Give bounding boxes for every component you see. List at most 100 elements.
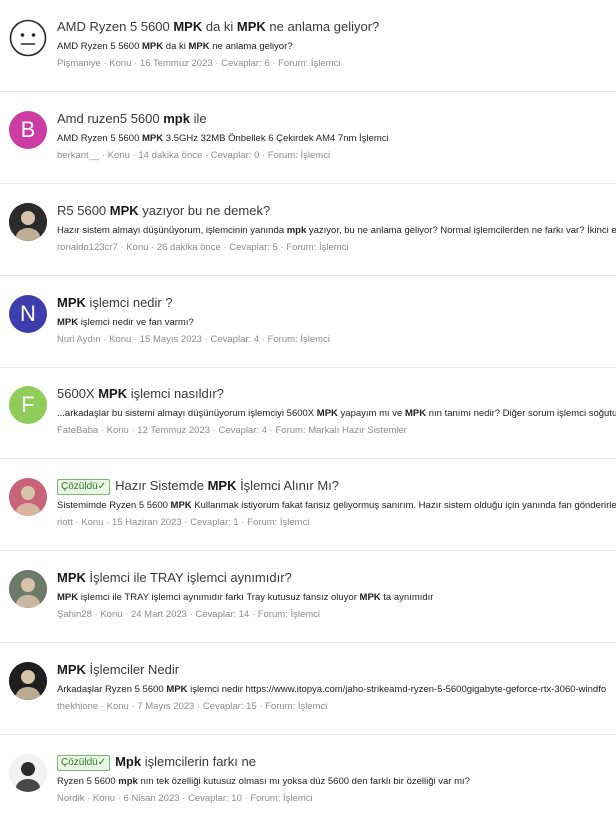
content-type: Konu	[126, 242, 149, 253]
meta-separator: ·	[267, 425, 276, 436]
result-snippet: Ryzen 5 5600 mpk nın tek özelliği kutusu…	[57, 775, 616, 789]
avatar[interactable]	[9, 754, 47, 792]
author-link[interactable]: berkant__	[57, 150, 99, 161]
result-snippet: Sistemimde Ryzen 5 5600 MPK Kullanmak is…	[57, 499, 616, 513]
post-date: 24 Mart 2023	[130, 609, 187, 620]
result-body: R5 5600 MPK yazıyor bu ne demek? Hazır si…	[57, 202, 616, 255]
result-body: MPK İşlemciler Nedir Arkadaşlar Ryzen 5 5…	[57, 661, 616, 714]
text-part: Hazır sistem almayı düşünüyorum, işlemci…	[57, 225, 287, 236]
keyword-highlight: MPK	[188, 41, 210, 52]
solved-badge[interactable]: Çözüldü✓	[57, 755, 111, 771]
forum-label: Forum:	[275, 425, 309, 436]
forum-label: Forum:	[257, 609, 291, 620]
result-title-link[interactable]: Amd ruzen5 5600 mpk ile	[57, 110, 616, 128]
author-link[interactable]: thekhione	[57, 701, 98, 712]
author-link[interactable]: riott	[57, 517, 73, 528]
search-results-list: AMD Ryzen 5 5600 MPK da ki MPK ne anlama…	[0, 0, 616, 825]
author-link[interactable]: Şahin28	[57, 609, 92, 620]
avatar[interactable]	[9, 203, 47, 241]
reply-count: Cevaplar: 4	[210, 334, 260, 345]
forum-label: Forum:	[265, 701, 298, 712]
result-meta: FateBaba · Konu · 12 Temmuz 2023 · Cevap…	[57, 424, 616, 438]
reply-count: Cevaplar: 0	[210, 150, 260, 161]
post-date: 6 Nisan 2023	[123, 793, 180, 804]
text-part: 5600X	[57, 386, 99, 401]
meta-separator: ·	[259, 334, 268, 345]
meta-separator: ·	[98, 701, 107, 712]
result-title-link[interactable]: Çözüldü✓ Mpk işlemcilerin farkı ne	[57, 753, 616, 771]
forum-label: Forum:	[267, 334, 301, 345]
forum-link[interactable]: İşlemci	[283, 793, 313, 804]
forum-link[interactable]: İşlemci	[319, 242, 349, 253]
reply-count: Cevaplar: 4	[218, 425, 268, 436]
result-meta: riott · Konu · 15 Haziran 2023 · Cevapla…	[57, 516, 616, 530]
result-title-link[interactable]: Çözüldü✓ Hazır Sistemde MPK İşlemci Alını…	[57, 477, 616, 495]
forum-label: Forum:	[250, 793, 284, 804]
keyword-highlight: MPK	[57, 592, 79, 603]
meta-separator: ·	[131, 334, 140, 345]
result-title-link[interactable]: AMD Ryzen 5 5600 MPK da ki MPK ne anlama…	[57, 18, 616, 36]
result-body: MPK işlemci nedir ? MPK işlemci nedir ve …	[57, 294, 616, 347]
text-part: İşlemci ile TRAY işlemci aynımıdır?	[85, 570, 292, 585]
forum-link[interactable]: İşlemci	[311, 58, 341, 69]
forum-link[interactable]: İşlemci	[298, 701, 328, 712]
post-date: 15 Haziran 2023	[111, 517, 182, 528]
forum-label: Forum:	[278, 58, 311, 69]
reply-count: Cevaplar: 14	[195, 609, 250, 620]
result-snippet: AMD Ryzen 5 5600 MPK da ki MPK ne anlama…	[57, 40, 616, 54]
author-link[interactable]: ronaldo123cr7	[57, 242, 118, 253]
text-part: AMD Ryzen 5 5600	[57, 133, 143, 144]
user-photo-icon	[9, 203, 47, 241]
content-type: Konu	[106, 425, 129, 436]
result-body: MPK İşlemci ile TRAY işlemci aynımıdır? M…	[57, 569, 616, 622]
result-title-link[interactable]: MPK İşlemci ile TRAY işlemci aynımıdır?	[57, 569, 616, 587]
result-title-link[interactable]: MPK işlemci nedir ?	[57, 294, 616, 312]
forum-link[interactable]: İşlemci	[301, 150, 331, 161]
user-photo-icon	[9, 662, 47, 700]
reply-count: Cevaplar: 6	[221, 58, 270, 69]
forum-link[interactable]: Markalı Hazır Sistemler	[308, 425, 407, 436]
text-part: nın tek özelliği kutusuz olması mı yoksa…	[137, 776, 470, 787]
forum-label: Forum:	[286, 242, 319, 253]
avatar[interactable]: F	[9, 386, 47, 424]
result-title-link[interactable]: MPK İşlemciler Nedir	[57, 661, 616, 679]
avatar[interactable]	[9, 478, 47, 516]
forum-link[interactable]: İşlemci	[280, 517, 310, 528]
meta-separator: ·	[117, 242, 127, 253]
avatar[interactable]: N	[9, 295, 47, 333]
text-part: AMD Ryzen 5 5600	[57, 41, 143, 52]
reply-count: Cevaplar: 5	[229, 242, 278, 253]
text-part: işlemci ile TRAY işlemci aynımıdır farkı…	[78, 592, 360, 603]
result-title-link[interactable]: 5600X MPK işlemci nasıldır?	[57, 385, 616, 403]
meta-separator: ·	[202, 150, 211, 161]
forum-link[interactable]: İşlemci	[290, 609, 320, 620]
avatar[interactable]	[9, 19, 47, 57]
avatar-letter: F	[21, 392, 35, 417]
meta-separator: ·	[115, 793, 124, 804]
keyword-highlight: MPK	[170, 500, 192, 511]
author-link[interactable]: FateBaba	[57, 425, 98, 436]
text-part: Sistemimde Ryzen 5 5600	[57, 500, 171, 511]
search-result-item: MPK İşlemciler Nedir Arkadaşlar Ryzen 5 5…	[0, 643, 616, 735]
author-link[interactable]: Pişmaniye	[57, 58, 101, 69]
meta-separator: ·	[103, 517, 112, 528]
reply-count: Cevaplar: 10	[187, 793, 242, 804]
text-part: İşlemci Alınır Mı?	[236, 478, 340, 493]
keyword-highlight: MPK	[316, 408, 338, 419]
result-meta: Nordik · Konu · 6 Nisan 2023 · Cevaplar:…	[57, 792, 616, 806]
solved-badge[interactable]: Çözüldü✓	[57, 479, 111, 495]
keyword-highlight: MPK	[142, 133, 164, 144]
forum-link[interactable]: İşlemci	[300, 334, 330, 345]
keyword-highlight: MPK	[359, 592, 381, 603]
text-part: nın tanımı nedir? Diğer sorum işlemci so…	[426, 408, 616, 419]
forum-label: Forum:	[267, 150, 301, 161]
author-link[interactable]: Nordik	[57, 793, 84, 804]
result-title-link[interactable]: R5 5600 MPK yazıyor bu ne demek?	[57, 202, 616, 220]
avatar[interactable]: B	[9, 111, 47, 149]
text-part: ...arkadaşlar bu sistemi almayı düşünüyo…	[57, 408, 317, 419]
keyword-highlight: mpk	[118, 776, 138, 787]
content-type: Konu	[100, 609, 123, 620]
avatar[interactable]	[9, 570, 47, 608]
author-link[interactable]: Nuri Aydın	[57, 334, 101, 345]
avatar[interactable]	[9, 662, 47, 700]
